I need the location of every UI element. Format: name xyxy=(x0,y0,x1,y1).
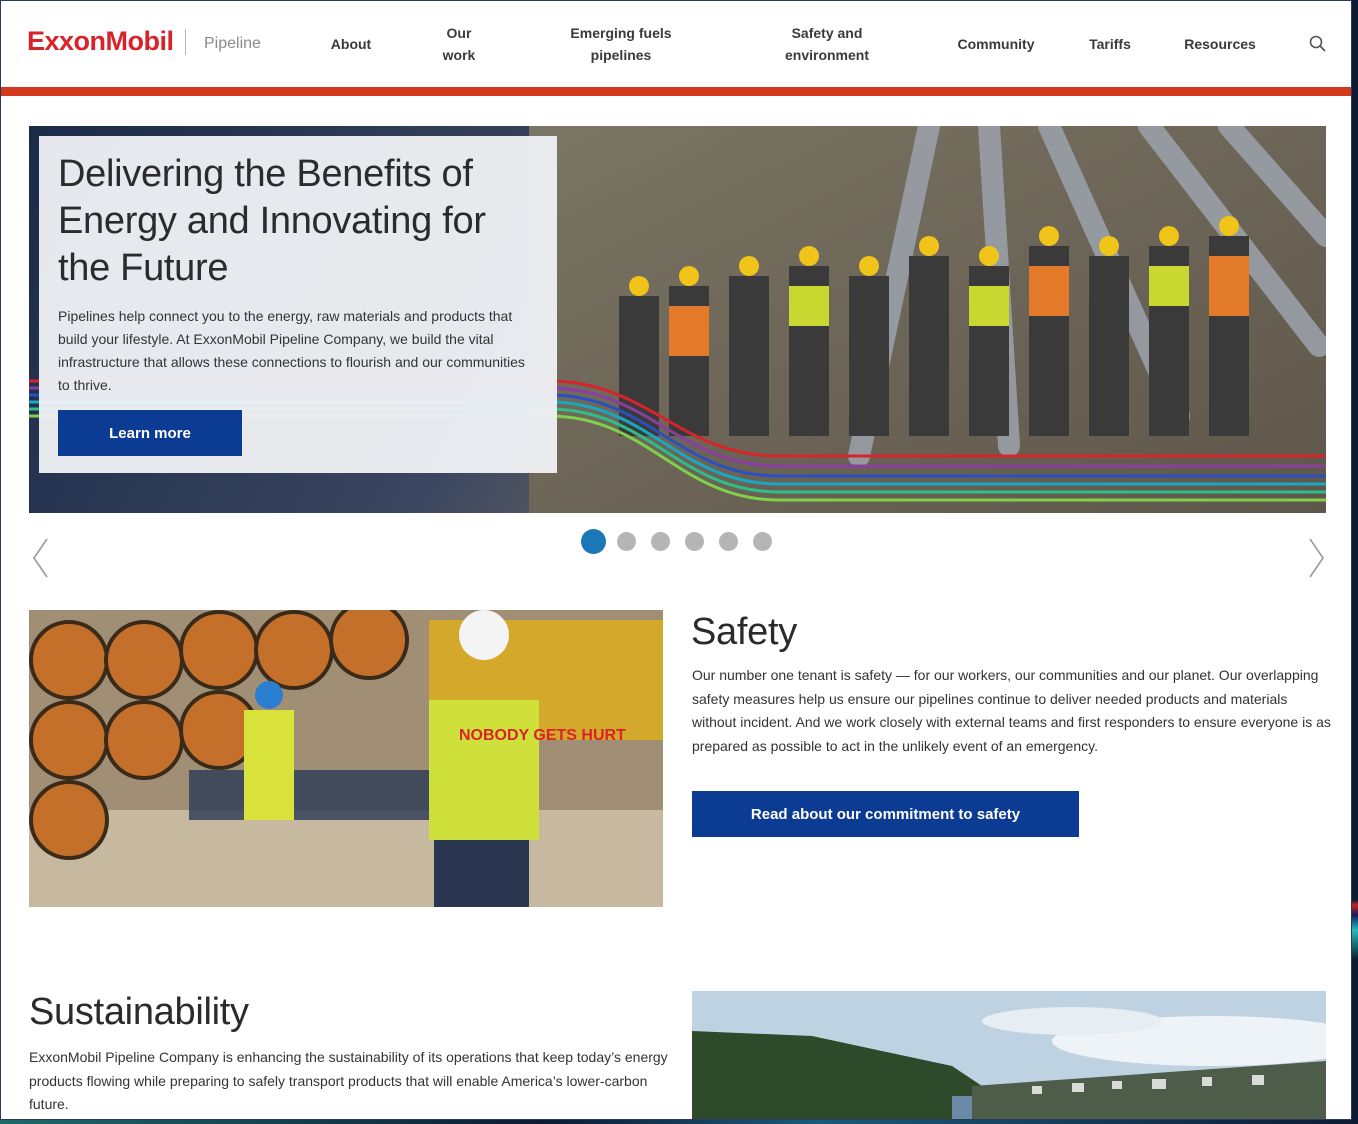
safety-commitment-button[interactable]: Read about our commitment to safety xyxy=(692,791,1079,837)
safety-text: Our number one tenant is safety — for ou… xyxy=(692,667,1331,754)
sustainability-title: Sustainability xyxy=(29,991,249,1033)
header-accent-bar xyxy=(1,87,1351,96)
search-button[interactable] xyxy=(1307,33,1329,55)
logo-divider xyxy=(185,29,186,55)
safety-photo-art: NOBODY GETS HURT xyxy=(29,610,663,907)
hero-card: Delivering the Benefits of Energy and In… xyxy=(39,136,557,473)
nav-resources[interactable]: Resources xyxy=(1177,1,1263,87)
logo-subtitle[interactable]: Pipeline xyxy=(204,35,261,53)
carousel-dot-2[interactable] xyxy=(617,532,636,551)
carousel-next-button[interactable] xyxy=(1306,537,1326,579)
search-icon xyxy=(1309,35,1326,52)
sustainability-photo-art xyxy=(692,991,1326,1119)
nav-our-work[interactable]: Our work xyxy=(433,1,485,87)
sustainability-text: ExxonMobil Pipeline Company is enhancing… xyxy=(29,1049,668,1112)
safety-title: Safety xyxy=(691,611,797,653)
nav-community[interactable]: Community xyxy=(951,1,1041,87)
site-header: ExxonMobil Pipeline About Our work Emerg… xyxy=(1,1,1351,87)
page: ExxonMobil Pipeline About Our work Emerg… xyxy=(0,0,1352,1120)
vest-slogan: NOBODY GETS HURT xyxy=(459,727,626,744)
carousel-dot-4[interactable] xyxy=(685,532,704,551)
hero-text: Pipelines help connect you to the energy… xyxy=(58,308,525,393)
hero-title: Delivering the Benefits of Energy and In… xyxy=(58,153,486,289)
exxonmobil-logo[interactable]: ExxonMobil xyxy=(27,26,174,57)
sustainability-photo xyxy=(692,991,1326,1119)
safety-photo: NOBODY GETS HURT xyxy=(29,610,663,907)
learn-more-button[interactable]: Learn more xyxy=(58,410,242,456)
hero-carousel: Delivering the Benefits of Energy and In… xyxy=(29,126,1326,513)
carousel-dots xyxy=(581,529,787,554)
nav-tariffs[interactable]: Tariffs xyxy=(1081,1,1139,87)
carousel-prev-button[interactable] xyxy=(31,537,51,579)
chevron-right-icon xyxy=(1309,538,1324,578)
carousel-dot-3[interactable] xyxy=(651,532,670,551)
carousel-dot-6[interactable] xyxy=(753,532,772,551)
carousel-dot-5[interactable] xyxy=(719,532,738,551)
nav-emerging-fuels[interactable]: Emerging fuels pipelines xyxy=(561,1,681,87)
carousel-dot-1[interactable] xyxy=(581,529,606,554)
nav-safety-environment[interactable]: Safety and environment xyxy=(771,1,883,87)
chevron-left-icon xyxy=(33,538,48,578)
bottom-decoration xyxy=(0,1120,1358,1124)
nav-about[interactable]: About xyxy=(319,1,383,87)
edge-decoration xyxy=(1352,0,1358,1124)
